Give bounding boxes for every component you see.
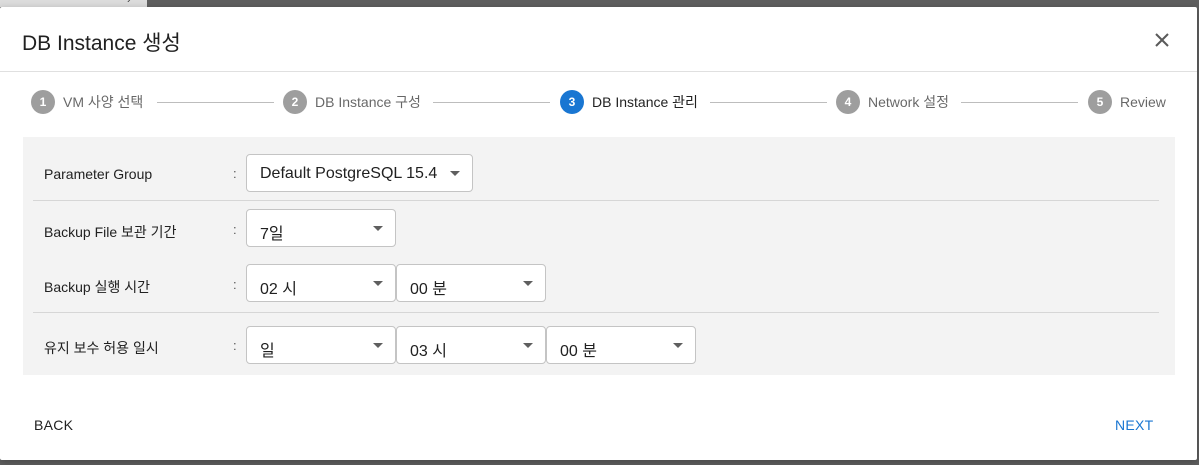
label-colon: :: [233, 166, 237, 181]
step-number: 3: [560, 90, 584, 114]
step-review[interactable]: 5 Review: [1088, 90, 1166, 114]
step-vm-spec[interactable]: 1 VM 사양 선택: [31, 90, 143, 114]
maintenance-minute-value: 00 분: [560, 343, 597, 360]
chevron-right-icon: ›: [127, 0, 131, 6]
step-number: 5: [1088, 90, 1112, 114]
close-icon: [1151, 29, 1173, 51]
chevron-down-icon: [523, 281, 533, 286]
step-db-instance-management[interactable]: 3 DB Instance 관리: [560, 90, 698, 114]
label-colon: :: [233, 222, 237, 237]
create-db-instance-dialog: DB Instance 생성 1 VM 사양 선택 2 DB Instance …: [0, 7, 1197, 460]
next-button[interactable]: NEXT: [1115, 417, 1154, 433]
step-label: Network 설정: [868, 94, 949, 110]
step-label: Review: [1120, 94, 1166, 110]
step-db-instance-config[interactable]: 2 DB Instance 구성: [283, 90, 421, 114]
backup-hour-value: 02 시: [260, 281, 297, 298]
instance-management-form: Parameter Group : Default PostgreSQL 15.…: [23, 137, 1175, 375]
chevron-down-icon: [373, 226, 383, 231]
chevron-down-icon: [373, 343, 383, 348]
chevron-down-icon: [673, 343, 683, 348]
step-label: DB Instance 관리: [592, 94, 698, 110]
label-colon: :: [233, 277, 237, 292]
step-connector: [710, 102, 827, 103]
chevron-down-icon: [450, 171, 460, 176]
maintenance-hour-select[interactable]: 03 시: [396, 326, 546, 364]
step-number: 4: [836, 90, 860, 114]
backup-time-label: Backup 실행 시간: [44, 279, 150, 295]
step-label: DB Instance 구성: [315, 94, 421, 110]
maintenance-day-select[interactable]: 일: [246, 326, 396, 364]
parameter-group-label: Parameter Group: [44, 166, 153, 182]
maintenance-minute-select[interactable]: 00 분: [546, 326, 696, 364]
maintenance-hour-value: 03 시: [410, 343, 447, 360]
backup-retention-select[interactable]: 7일: [246, 209, 396, 247]
step-connector: [157, 102, 274, 103]
label-colon: :: [233, 338, 237, 353]
background-app-strip: ›: [0, 0, 1199, 7]
chevron-down-icon: [523, 343, 533, 348]
close-button[interactable]: [1151, 29, 1173, 51]
back-button[interactable]: BACK: [34, 417, 73, 433]
parameter-group-value: Default PostgreSQL 15.4: [260, 165, 438, 182]
stepper: 1 VM 사양 선택 2 DB Instance 구성 3 DB Instanc…: [0, 87, 1197, 115]
step-connector: [433, 102, 550, 103]
maintenance-day-value: 일: [260, 343, 275, 360]
chevron-down-icon: [373, 281, 383, 286]
dialog-title: DB Instance 생성: [22, 32, 181, 55]
background-sidebar: [0, 0, 147, 7]
backup-retention-value: 7일: [260, 226, 284, 243]
row-divider: [33, 312, 1159, 313]
parameter-group-select[interactable]: Default PostgreSQL 15.4: [246, 154, 473, 192]
step-number: 1: [31, 90, 55, 114]
row-divider: [33, 200, 1159, 201]
step-connector: [961, 102, 1078, 103]
title-divider: [0, 71, 1197, 72]
step-number: 2: [283, 90, 307, 114]
maintenance-window-label: 유지 보수 허용 일시: [44, 340, 159, 356]
backup-minute-value: 00 분: [410, 281, 447, 298]
step-label: VM 사양 선택: [63, 94, 144, 110]
backup-minute-select[interactable]: 00 분: [396, 264, 546, 302]
step-network-settings[interactable]: 4 Network 설정: [836, 90, 949, 114]
backup-hour-select[interactable]: 02 시: [246, 264, 396, 302]
backup-retention-label: Backup File 보관 기간: [44, 224, 177, 240]
